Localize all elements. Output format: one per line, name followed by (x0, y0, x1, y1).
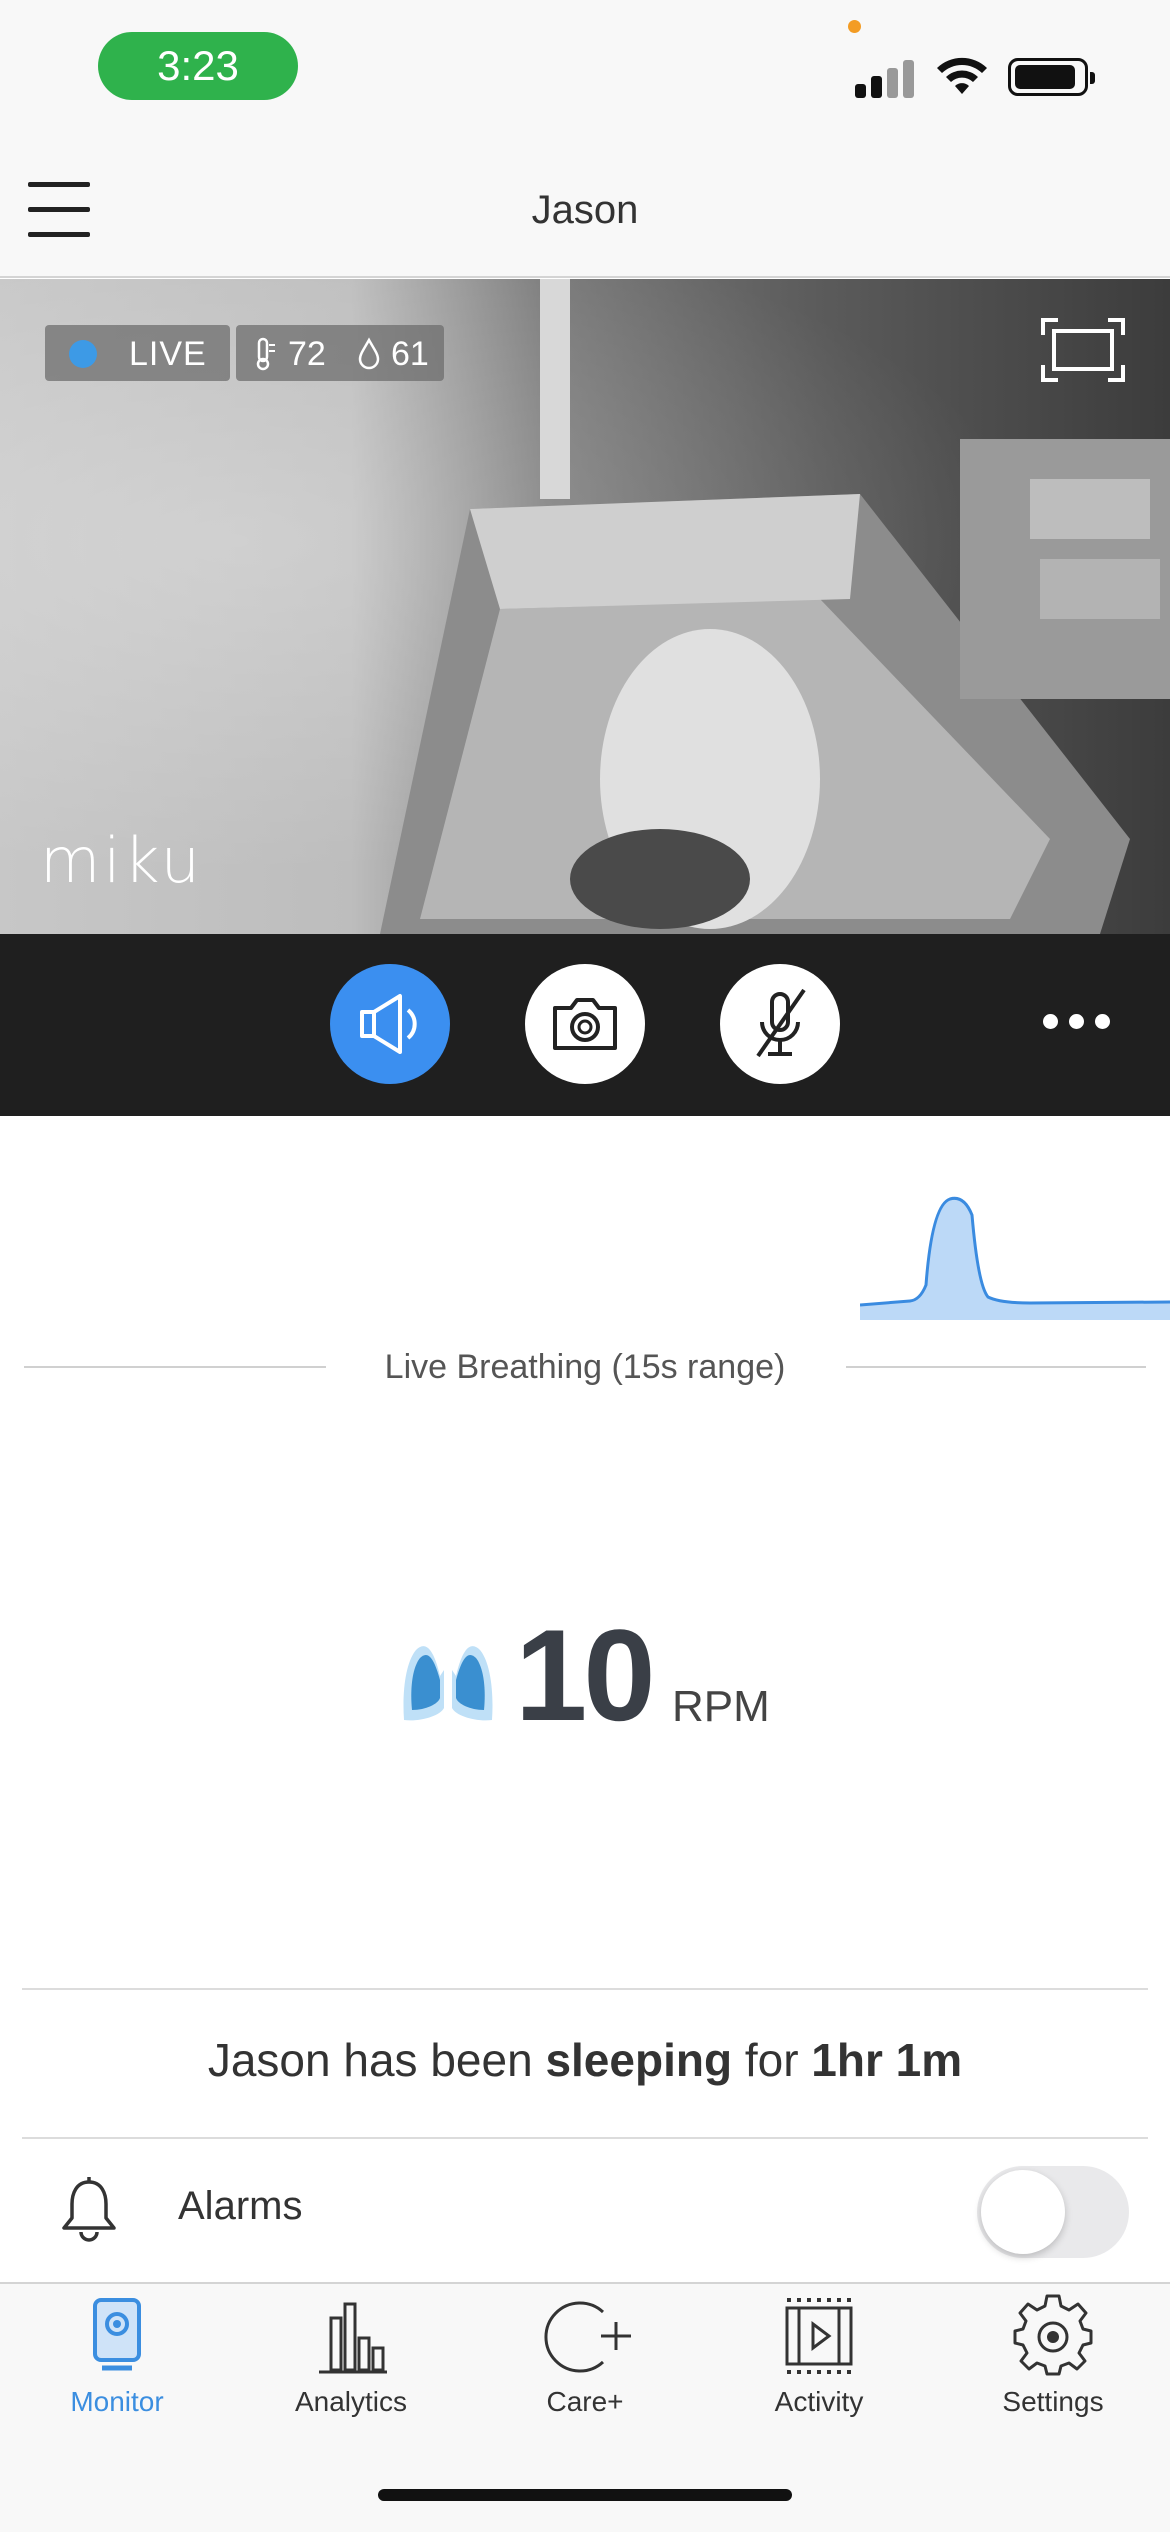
wifi-icon (937, 57, 987, 94)
privacy-indicator-dot (848, 20, 861, 33)
snapshot-button[interactable] (525, 964, 645, 1084)
breathing-rate-unit: RPM (672, 1682, 770, 1731)
breathing-waveform (860, 1196, 1170, 1320)
status-bar: 3:23 (0, 0, 1170, 140)
humidity-value: 61 (391, 335, 429, 373)
alarms-label: Alarms (178, 2184, 303, 2228)
analytics-icon (319, 2302, 387, 2374)
bell-icon (62, 2177, 116, 2242)
speaker-button[interactable] (330, 964, 450, 1084)
home-indicator[interactable] (378, 2489, 792, 2501)
sleep-duration: 1hr 1m (811, 2034, 963, 2086)
brand-logo: miku (40, 824, 203, 897)
app-header: Jason (0, 140, 1170, 278)
mic-muted-icon (756, 988, 806, 1058)
more-icon[interactable] (1035, 1014, 1115, 1034)
lungs-icon (403, 1638, 493, 1721)
tab-activity[interactable]: Activity (702, 2294, 936, 2424)
temperature-value: 72 (288, 335, 326, 373)
monitor-icon (93, 2298, 141, 2371)
thermometer-icon (256, 337, 275, 371)
live-dot (69, 340, 97, 368)
speaker-icon (360, 994, 417, 1054)
toggle-knob (981, 2170, 1065, 2254)
tab-label: Care+ (546, 2386, 624, 2417)
breathing-label-row: Live Breathing (15s range) (0, 1340, 1170, 1396)
microphone-button[interactable] (720, 964, 840, 1084)
battery-icon (1008, 58, 1095, 96)
tab-care-plus[interactable]: Care+ (468, 2294, 702, 2424)
sleep-status: Jason has been sleeping for 1hr 1m (207, 2034, 963, 2086)
tab-settings[interactable]: Settings (936, 2294, 1170, 2424)
tab-analytics[interactable]: Analytics (234, 2294, 468, 2424)
tab-label: Analytics (294, 2386, 408, 2417)
live-label: LIVE (129, 335, 207, 373)
camera-icon (553, 998, 617, 1050)
tab-label: Activity (774, 2386, 864, 2417)
tab-label: Monitor (70, 2386, 164, 2417)
alarms-toggle[interactable] (977, 2166, 1129, 2258)
tab-monitor[interactable]: Monitor (0, 2294, 234, 2424)
care-plus-icon (544, 2301, 631, 2373)
fullscreen-icon[interactable] (1040, 317, 1126, 383)
page-title: Jason (531, 188, 639, 232)
humidity-icon (358, 337, 380, 370)
settings-icon (1013, 2294, 1093, 2376)
divider (22, 2137, 1148, 2139)
divider (22, 1988, 1148, 1990)
alarms-row: Alarms (0, 2140, 1170, 2280)
cellular-signal-icon (855, 58, 915, 98)
breathing-rate-value: 10 (515, 1602, 656, 1748)
divider (846, 1366, 1146, 1368)
video-controls-bar (0, 934, 1170, 1116)
status-time: 3:23 (98, 32, 298, 100)
tab-label: Settings (1002, 2386, 1104, 2417)
environment-badge: 72 61 (236, 325, 444, 381)
breathing-rate: 10 RPM (0, 1600, 1170, 1750)
sleep-state: sleeping (545, 2034, 733, 2086)
live-badge: LIVE (45, 325, 230, 381)
video-feed[interactable]: LIVE 72 61 miku (0, 279, 1170, 934)
activity-icon (785, 2298, 853, 2374)
app-screen: 3:23 Jason LIVE 72 61 miku Live Breathin… (0, 0, 1170, 2532)
